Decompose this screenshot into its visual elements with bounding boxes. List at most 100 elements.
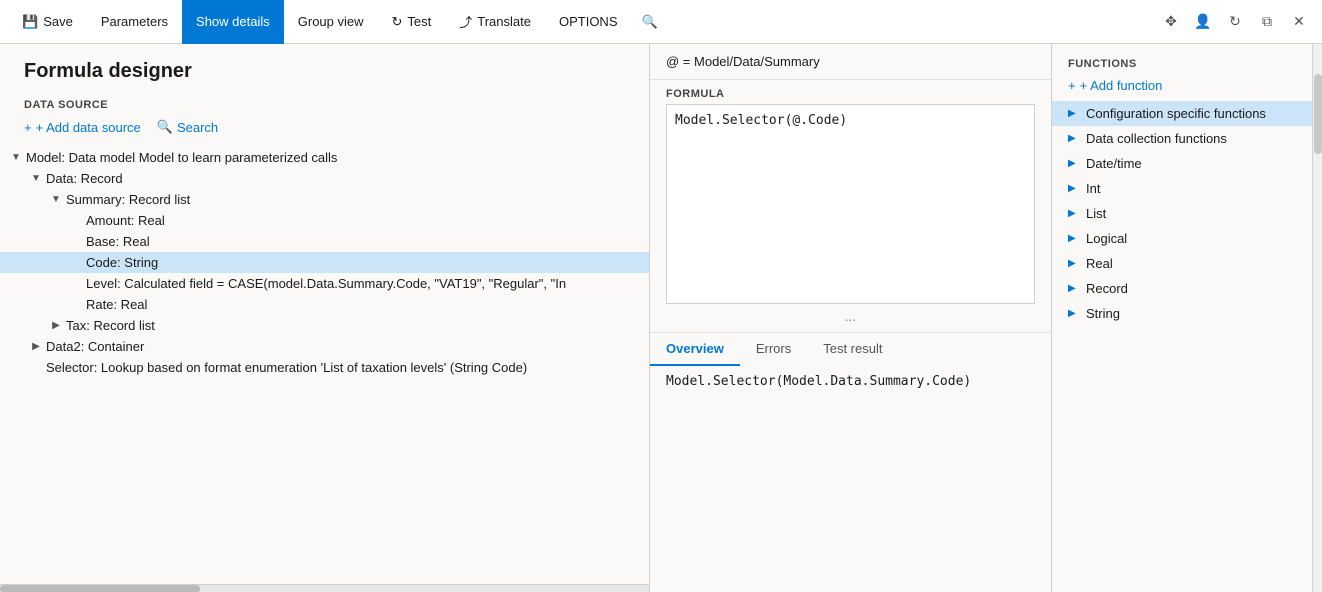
tree-item-text-rate: Rate: Real [84,297,147,312]
formula-tab-test_result[interactable]: Test result [807,333,898,366]
vertical-scroll-thumb[interactable] [1314,74,1322,154]
add-function-button[interactable]: + + Add function [1052,74,1312,101]
window-controls: ✥ 👤 ↻ ⧉ ✕ [1156,7,1314,37]
tree-item-base[interactable]: Base: Real [0,231,649,252]
function-item-record[interactable]: ▶Record [1052,276,1312,301]
function-label-record: Record [1086,281,1128,296]
function-item-list[interactable]: ▶ List [1052,201,1312,226]
restore-icon-button[interactable]: ⧉ [1252,7,1282,37]
tree-root: Model: Data model Model to learn paramet… [0,147,649,378]
datasource-toolbar: + + Add data source 🔍 Search [0,115,649,143]
group-view-button[interactable]: Group view [284,0,378,44]
function-label-datacollection: Data collection functions [1086,131,1227,146]
datasource-label: DATA SOURCE [0,91,649,115]
nav-bar: 💾 Save Parameters Show details Group vie… [8,0,1156,44]
tree-item-selector[interactable]: Selector: Lookup based on format enumera… [0,357,649,378]
tree-arrow-tax[interactable] [48,320,64,331]
user-icon-button[interactable]: 👤 [1188,7,1218,37]
tree-container[interactable]: Model: Data model Model to learn paramet… [0,143,649,584]
left-panel: Formula designer DATA SOURCE + + Add dat… [0,44,650,592]
tree-arrow-data2[interactable] [28,341,44,352]
tree-item-code[interactable]: Code: String [0,252,649,273]
bottom-scroll[interactable] [0,584,649,592]
translate-icon: ⤴ [459,12,472,31]
tree-item-text-data: Data: Record [44,171,123,186]
tree-item-text-code: Code: String [84,255,158,270]
search-datasource-icon: 🔍 [157,119,173,135]
show-details-button[interactable]: Show details [182,0,284,44]
tree-item-summary[interactable]: Summary: Record list [0,189,649,210]
function-label-string: String [1086,306,1120,321]
options-button[interactable]: OPTIONS [545,0,632,44]
function-item-int[interactable]: ▶ Int [1052,176,1312,201]
parameters-button[interactable]: Parameters [87,0,182,44]
function-arrow-string: ▶ [1068,308,1080,319]
grid-icon-button[interactable]: ✥ [1156,7,1186,37]
search-button[interactable]: 🔍 [632,0,668,44]
function-arrow-real: ▶ [1068,258,1080,269]
tree-item-text-base: Base: Real [84,234,150,249]
function-item-logical[interactable]: ▶ Logical [1052,226,1312,251]
save-button[interactable]: 💾 Save [8,0,87,44]
tree-item-rate[interactable]: Rate: Real [0,294,649,315]
formula-dots: ... [650,304,1051,328]
add-function-icon: + [1068,78,1076,93]
function-item-string[interactable]: ▶ String [1052,301,1312,326]
tree-item-data[interactable]: Data: Record [0,168,649,189]
tree-arrow-model[interactable] [8,152,24,163]
tree-arrow-summary[interactable] [48,194,64,205]
formula-tab-overview[interactable]: Overview [650,333,740,366]
function-arrow-int: ▶ [1068,183,1080,194]
tree-item-level[interactable]: Level: Calculated field = CASE(model.Dat… [0,273,649,294]
function-arrow-datetime: ▶ [1068,158,1080,169]
test-icon: ↻ [392,14,403,30]
function-label-int: Int [1086,181,1100,196]
function-label-datetime: Date/time [1086,156,1142,171]
vertical-scrollbar[interactable] [1312,44,1322,592]
formula-editor[interactable]: Model.Selector(@.Code) [666,104,1035,304]
tree-item-text-summary: Summary: Record list [64,192,190,207]
tree-item-text-tax: Tax: Record list [64,318,155,333]
title-bar: 💾 Save Parameters Show details Group vie… [0,0,1322,44]
formula-tabs: OverviewErrorsTest result [650,332,1051,366]
translate-button[interactable]: ⤴ Translate [445,0,545,44]
test-button[interactable]: ↻ Test [378,0,446,44]
horizontal-scrollbar-thumb[interactable] [0,585,200,592]
add-datasource-button[interactable]: + + Add data source [24,120,141,135]
middle-panel: @ = Model/Data/Summary FORMULA Model.Sel… [650,44,1052,592]
search-datasource-button[interactable]: 🔍 Search [157,119,218,135]
function-arrow-logical: ▶ [1068,233,1080,244]
close-button[interactable]: ✕ [1284,7,1314,37]
right-panel: FUNCTIONS + + Add function ▶Configuratio… [1052,44,1312,592]
formula-label: FORMULA [650,80,1051,104]
function-item-datetime[interactable]: ▶ Date/time [1052,151,1312,176]
tree-item-text-model: Model: Data model Model to learn paramet… [24,150,337,165]
tree-item-tax[interactable]: Tax: Record list [0,315,649,336]
function-list-container: ▶Configuration specific functions▶Data c… [1052,101,1312,326]
tree-item-text-amount: Amount: Real [84,213,165,228]
formula-result: Model.Selector(Model.Data.Summary.Code) [650,366,1051,592]
tree-item-amount[interactable]: Amount: Real [0,210,649,231]
main-content: Formula designer DATA SOURCE + + Add dat… [0,44,1322,592]
function-item-config[interactable]: ▶Configuration specific functions [1052,101,1312,126]
tree-item-text-selector: Selector: Lookup based on format enumera… [44,360,527,375]
function-item-real[interactable]: ▶Real [1052,251,1312,276]
tree-item-data2[interactable]: Data2: Container [0,336,649,357]
search-icon: 🔍 [642,14,658,30]
tree-arrow-data[interactable] [28,173,44,184]
function-label-list: List [1086,206,1106,221]
tree-item-text-level: Level: Calculated field = CASE(model.Dat… [84,276,566,291]
function-arrow-list: ▶ [1068,208,1080,219]
functions-label: FUNCTIONS [1052,44,1312,74]
refresh-icon-button[interactable]: ↻ [1220,7,1250,37]
add-datasource-icon: + [24,120,32,135]
tree-item-model[interactable]: Model: Data model Model to learn paramet… [0,147,649,168]
panel-title: Formula designer [0,44,649,91]
formula-tab-errors[interactable]: Errors [740,333,807,366]
tree-item-text-data2: Data2: Container [44,339,144,354]
formula-path: @ = Model/Data/Summary [650,44,1051,80]
function-label-config: Configuration specific functions [1086,106,1266,121]
function-item-datacollection[interactable]: ▶Data collection functions [1052,126,1312,151]
function-label-logical: Logical [1086,231,1127,246]
function-list: ▶Configuration specific functions▶Data c… [1052,101,1312,592]
